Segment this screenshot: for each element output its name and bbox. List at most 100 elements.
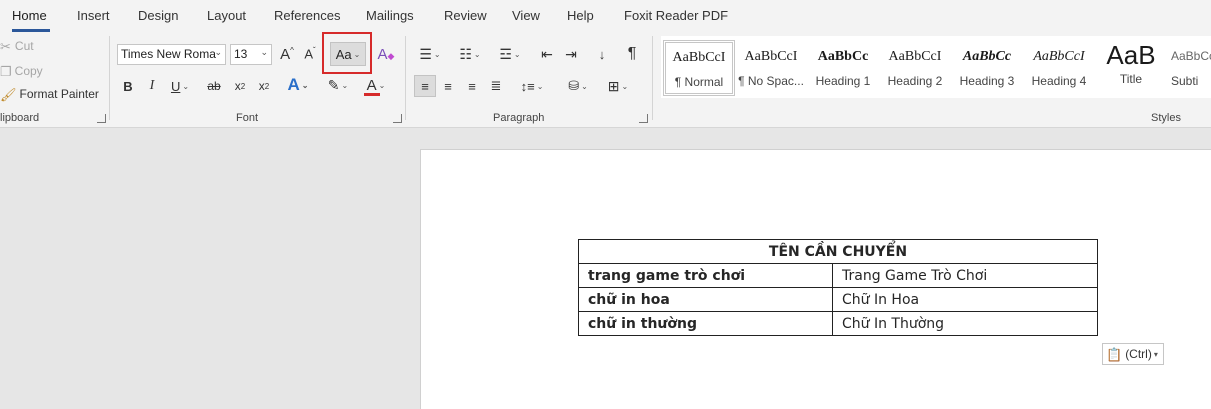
table-cell-value[interactable]: Chữ In Hoa	[832, 287, 1098, 312]
multilevel-list-icon: ☲	[499, 45, 512, 62]
style-heading-4[interactable]: AaBbCcI Heading 4	[1023, 40, 1095, 96]
table-cell-label[interactable]: chữ in hoa	[578, 287, 833, 312]
tab-view[interactable]: View	[512, 8, 540, 23]
chevron-down-icon: ⌄	[301, 80, 309, 90]
chevron-down-icon: ⌄	[621, 81, 629, 91]
align-center-button[interactable]: ≡	[438, 75, 458, 97]
style-heading-1[interactable]: AaBbCc Heading 1	[807, 40, 879, 96]
style-preview: AaBbCc	[817, 49, 869, 64]
multilevel-list-button[interactable]: ☲ ⌄	[493, 44, 527, 64]
text-effects-button[interactable]: A ⌄	[284, 74, 312, 96]
strikethrough-button[interactable]: ab	[204, 76, 224, 96]
table-row: chữ in hoa Chữ In Hoa	[578, 287, 1098, 312]
grow-font-icon: A^	[280, 45, 294, 63]
underline-button[interactable]: U ⌄	[168, 76, 192, 96]
table-cell-value[interactable]: Chữ In Thường	[832, 311, 1098, 336]
sort-button[interactable]: ↓	[591, 44, 613, 64]
shrink-font-button[interactable]: Aˇ	[300, 44, 320, 64]
clear-formatting-button[interactable]: A◆	[376, 44, 396, 64]
tab-review[interactable]: Review	[444, 8, 487, 23]
clipboard-group-label: lipboard	[0, 112, 40, 124]
paragraph-dialog-launcher[interactable]	[639, 114, 648, 123]
tab-design[interactable]: Design	[138, 8, 178, 23]
format-painter-label: Format Painter	[19, 87, 99, 101]
style-preview: AaBbCcI	[744, 49, 798, 64]
numbered-list-icon: ☷	[459, 45, 472, 62]
document-page[interactable]: TÊN CẦN CHUYỂN trang game trò chơi Trang…	[420, 149, 1211, 409]
paste-options-button[interactable]: 📋 (Ctrl) ▾	[1102, 343, 1164, 365]
tab-home[interactable]: Home	[12, 8, 47, 23]
chevron-down-icon: ▾	[1153, 349, 1158, 359]
table-cell-label[interactable]: chữ in thường	[578, 311, 833, 336]
style-preview: AaB	[1106, 40, 1156, 70]
bullets-button[interactable]: ☰ ⌄	[413, 44, 447, 64]
table-cell-value[interactable]: Trang Game Trò Chơi	[832, 263, 1098, 288]
copy-button[interactable]: ❐ Copy	[0, 63, 43, 79]
style-name: Heading 4	[1031, 74, 1087, 88]
table-cell-label[interactable]: trang game trò chơi	[578, 263, 833, 288]
chevron-down-icon: ⌄	[433, 49, 441, 59]
tab-insert[interactable]: Insert	[77, 8, 110, 23]
superscript-button[interactable]: x2	[256, 76, 272, 96]
paint-bucket-icon: ⛁	[568, 78, 580, 93]
tab-layout[interactable]: Layout	[207, 8, 246, 23]
style-name: Heading 2	[887, 74, 943, 88]
shrink-font-icon: Aˇ	[304, 46, 316, 62]
numbering-button[interactable]: ☷ ⌄	[453, 44, 487, 64]
chevron-down-icon: ⌄	[513, 49, 521, 59]
paragraph-group-label: Paragraph	[493, 112, 545, 124]
font-name-value: Times New Roma	[121, 47, 216, 61]
style-name: ¶ No Spac...	[738, 74, 804, 88]
font-dialog-launcher[interactable]	[393, 114, 402, 123]
grow-font-button[interactable]: A^	[277, 44, 297, 64]
style-heading-2[interactable]: AaBbCcI Heading 2	[879, 40, 951, 96]
style-normal[interactable]: AaBbCcI ¶ Normal	[663, 40, 735, 96]
font-color-swatch	[364, 93, 380, 96]
shading-button[interactable]: ⛁ ⌄	[561, 75, 595, 97]
decrease-indent-button[interactable]: ⇤	[537, 44, 557, 64]
format-painter-button[interactable]: 🖌 Format Painter	[0, 86, 99, 102]
group-separator	[652, 36, 653, 120]
tab-mailings[interactable]: Mailings	[366, 8, 414, 23]
borders-icon: ⊞	[607, 77, 620, 94]
font-size-combo[interactable]: 13 ⌄	[230, 44, 272, 65]
tab-help[interactable]: Help	[567, 8, 594, 23]
table-header-cell[interactable]: TÊN CẦN CHUYỂN	[578, 239, 1098, 264]
style-preview: AaBbCcI	[888, 49, 942, 64]
highlight-color-button[interactable]: ✎ ⌄	[322, 74, 354, 96]
align-left-button[interactable]: ≡	[414, 75, 436, 97]
show-formatting-button[interactable]: ¶	[622, 44, 642, 64]
style-name: Heading 1	[815, 74, 871, 88]
table-row: TÊN CẦN CHUYỂN	[578, 239, 1098, 264]
align-right-icon: ≡	[468, 78, 476, 94]
subscript-button[interactable]: x2	[232, 76, 248, 96]
justify-button[interactable]: ≣	[486, 75, 506, 97]
style-preview: AaBbCc	[962, 49, 1012, 64]
style-name: ¶ Normal	[674, 75, 724, 89]
style-heading-3[interactable]: AaBbCc Heading 3	[951, 40, 1023, 96]
increase-indent-button[interactable]: ⇥	[561, 44, 581, 64]
copy-icon: ❐	[0, 63, 12, 79]
borders-button[interactable]: ⊞ ⌄	[601, 75, 635, 97]
ribbon-tabs: Home Insert Design Layout References Mai…	[0, 0, 1211, 32]
tab-foxit-reader-pdf[interactable]: Foxit Reader PDF	[624, 8, 728, 23]
style-no-spacing[interactable]: AaBbCcI ¶ No Spac...	[735, 40, 807, 96]
justify-icon: ≣	[490, 78, 502, 93]
style-title[interactable]: AaB Title	[1095, 40, 1167, 96]
chevron-down-icon: ⌄	[182, 81, 190, 91]
paintbrush-icon: 🖌	[0, 86, 17, 102]
line-spacing-icon: ↕≡	[520, 78, 535, 94]
cut-button[interactable]: ✂ Cut	[0, 38, 34, 54]
line-spacing-button[interactable]: ↕≡ ⌄	[515, 75, 549, 97]
italic-button[interactable]: I	[144, 76, 160, 96]
align-right-button[interactable]: ≡	[462, 75, 482, 97]
font-name-combo[interactable]: Times New Roma ⌄	[117, 44, 226, 65]
clipboard-dialog-launcher[interactable]	[97, 114, 106, 123]
copy-label: Copy	[14, 64, 43, 78]
highlighter-icon: ✎	[327, 76, 340, 93]
tab-references[interactable]: References	[274, 8, 340, 23]
style-subtitle[interactable]: AaBbCc Subti	[1167, 40, 1211, 96]
bold-button[interactable]: B	[120, 76, 136, 96]
style-preview: AaBbCc	[1171, 49, 1211, 63]
font-color-icon: A	[366, 76, 377, 94]
